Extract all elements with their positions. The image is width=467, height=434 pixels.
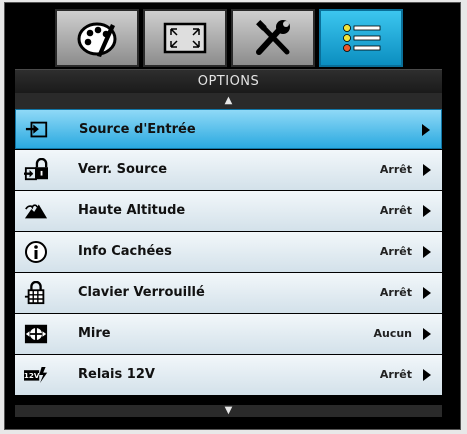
menu-item-label: Verr. Source	[78, 162, 168, 177]
menu-item-keypad-lock[interactable]: Clavier Verrouillé Arrêt	[15, 273, 442, 313]
tab-options[interactable]	[319, 9, 403, 67]
menu-item-value: Aucun	[373, 327, 412, 340]
menu-item-test-pattern[interactable]: Mire Aucun	[15, 314, 442, 354]
scroll-down-arrow[interactable]: ▼	[15, 405, 442, 417]
menu-item-label: Source d'Entrée	[79, 122, 196, 137]
menu-item-input-source[interactable]: Source d'Entrée	[15, 109, 442, 149]
menu-item-label: Info Cachées	[78, 244, 172, 259]
menu-item-value: Arrêt	[379, 245, 412, 258]
high-altitude-icon	[24, 199, 48, 223]
svg-text:12V: 12V	[24, 371, 40, 380]
menu-title: OPTIONS	[15, 69, 442, 93]
chevron-right-icon	[423, 369, 431, 381]
menu-item-label: Mire	[78, 326, 111, 341]
menu-item-value: Arrêt	[379, 286, 412, 299]
chevron-right-icon	[423, 246, 431, 258]
menu-item-label: Relais 12V	[78, 367, 155, 382]
chevron-right-icon	[423, 164, 431, 176]
tab-setup[interactable]	[231, 9, 315, 67]
list-options-icon	[338, 18, 384, 58]
options-list: Source d'Entrée Verr. Source Arrêt Haute…	[15, 109, 442, 396]
12v-trigger-icon: 12V	[24, 363, 48, 387]
chevron-right-icon	[423, 287, 431, 299]
menu-item-high-altitude[interactable]: Haute Altitude Arrêt	[15, 191, 442, 231]
screen-resize-icon	[162, 21, 208, 55]
category-tabs	[55, 9, 403, 67]
input-source-icon	[25, 118, 49, 142]
osd-menu: OPTIONS ▲ Source d'Entrée Verr. Source A…	[4, 2, 461, 430]
source-lock-icon	[24, 158, 48, 182]
menu-item-label: Clavier Verrouillé	[78, 285, 205, 300]
tab-image[interactable]	[55, 9, 139, 67]
palette-icon	[75, 18, 119, 58]
chevron-right-icon	[423, 328, 431, 340]
menu-item-value: Arrêt	[379, 163, 412, 176]
test-pattern-icon	[24, 322, 48, 346]
info-icon	[24, 240, 48, 264]
tools-icon	[251, 18, 295, 58]
menu-item-source-lock[interactable]: Verr. Source Arrêt	[15, 150, 442, 190]
menu-item-info-hide[interactable]: Info Cachées Arrêt	[15, 232, 442, 272]
chevron-right-icon	[423, 205, 431, 217]
tab-display[interactable]	[143, 9, 227, 67]
chevron-right-icon	[422, 124, 430, 136]
menu-item-12v-trigger[interactable]: 12V Relais 12V Arrêt	[15, 355, 442, 395]
menu-item-value: Arrêt	[379, 368, 412, 381]
menu-item-label: Haute Altitude	[78, 203, 186, 218]
menu-item-value: Arrêt	[379, 204, 412, 217]
scroll-up-arrow[interactable]: ▲	[15, 93, 442, 109]
keypad-lock-icon	[24, 281, 48, 305]
